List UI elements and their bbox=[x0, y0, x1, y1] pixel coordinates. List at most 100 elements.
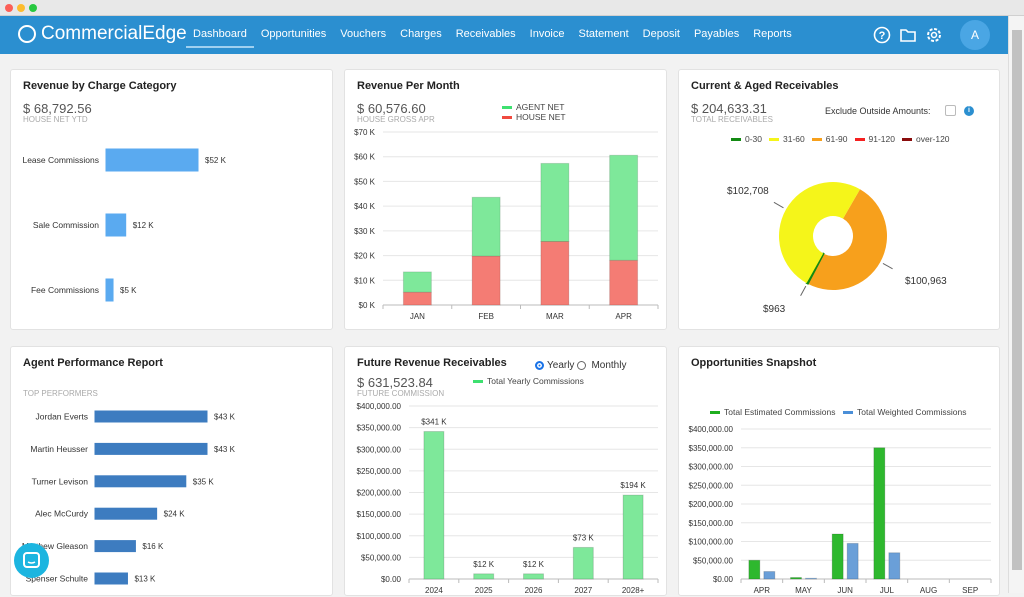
y-tick-label: $50,000.00 bbox=[361, 553, 402, 562]
bar bbox=[93, 474, 188, 489]
data-label: $73 K bbox=[573, 533, 595, 542]
browser-chrome bbox=[0, 0, 1024, 16]
page-scrollbar[interactable] bbox=[1008, 16, 1024, 593]
data-label: $16 K bbox=[142, 542, 164, 551]
bar-total-yearly-commissions bbox=[473, 573, 495, 580]
nav-reports[interactable]: Reports bbox=[746, 28, 799, 48]
bar bbox=[93, 409, 209, 424]
data-label: $52 K bbox=[205, 156, 227, 165]
data-label: $13 K bbox=[134, 575, 156, 584]
x-tick-label: APR bbox=[615, 312, 632, 321]
chat-launcher-button[interactable] bbox=[14, 543, 49, 578]
y-tick-label: $250,000.00 bbox=[357, 467, 402, 476]
nav-payables[interactable]: Payables bbox=[687, 28, 746, 48]
data-label: $12 K bbox=[473, 560, 495, 569]
gear-icon[interactable] bbox=[925, 26, 943, 44]
future-revenue-panel: Future Revenue Receivables $ 631,523.84 … bbox=[344, 346, 667, 596]
y-tick-label: $250,000.00 bbox=[689, 481, 734, 490]
nav-dashboard[interactable]: Dashboard bbox=[186, 28, 254, 48]
category-label: Alec McCurdy bbox=[35, 509, 89, 519]
x-tick-label: 2024 bbox=[425, 586, 443, 595]
bar-house-net bbox=[402, 291, 432, 306]
slice-label: $102,708 bbox=[727, 186, 769, 197]
nav-vouchers[interactable]: Vouchers bbox=[333, 28, 393, 48]
bar-total-weighted-commissions bbox=[846, 542, 859, 580]
nav-statement[interactable]: Statement bbox=[572, 28, 636, 48]
y-tick-label: $0.00 bbox=[381, 575, 402, 584]
aged-donut-chart: $100,963 $963 $102,708 bbox=[727, 182, 947, 315]
y-tick-label: $100,000.00 bbox=[357, 532, 402, 541]
scrollbar-thumb[interactable] bbox=[1012, 30, 1022, 570]
bar-total-yearly-commissions bbox=[523, 573, 544, 580]
data-label: $24 K bbox=[164, 510, 186, 519]
y-tick-label: $60 K bbox=[354, 153, 376, 162]
data-label: $12 K bbox=[523, 560, 545, 569]
minimize-window-icon[interactable] bbox=[17, 4, 25, 12]
data-label: $43 K bbox=[214, 445, 236, 454]
bar-house-net bbox=[540, 240, 570, 306]
bar bbox=[104, 147, 200, 173]
bar-agent-net bbox=[471, 196, 501, 257]
data-label: $12 K bbox=[133, 221, 155, 230]
y-tick-label: $200,000.00 bbox=[357, 489, 402, 498]
x-tick-label: APR bbox=[754, 586, 771, 595]
agent-performance-panel: Agent Performance Report TOP PERFORMERS … bbox=[10, 346, 333, 596]
y-tick-label: $300,000.00 bbox=[357, 445, 402, 454]
user-avatar[interactable]: A bbox=[960, 20, 990, 50]
category-label: Fee Commissions bbox=[31, 285, 99, 295]
category-label: Turner Levison bbox=[32, 476, 89, 486]
y-tick-label: $40 K bbox=[354, 202, 376, 211]
bar bbox=[93, 539, 137, 554]
y-tick-label: $50,000.00 bbox=[693, 556, 734, 565]
nav-opportunities[interactable]: Opportunities bbox=[254, 28, 333, 48]
bar-total-weighted-commissions bbox=[805, 577, 817, 580]
main-nav: Dashboard Opportunities Vouchers Charges Rec… bbox=[186, 28, 799, 48]
category-label: Sale Commission bbox=[33, 220, 99, 230]
nav-invoice[interactable]: Invoice bbox=[523, 28, 572, 48]
y-tick-label: $400,000.00 bbox=[689, 425, 734, 434]
x-tick-label: MAR bbox=[546, 312, 564, 321]
x-tick-label: JUN bbox=[837, 586, 853, 595]
nav-charges[interactable]: Charges bbox=[393, 28, 449, 48]
y-tick-label: $200,000.00 bbox=[689, 500, 734, 509]
brand-name: CommercialEdge bbox=[41, 23, 187, 44]
x-tick-label: 2025 bbox=[475, 586, 493, 595]
y-tick-label: $20 K bbox=[354, 252, 376, 261]
bar-total-estimated-commissions bbox=[873, 447, 886, 580]
label-connector bbox=[800, 285, 807, 297]
bar-total-yearly-commissions bbox=[423, 431, 445, 580]
category-label: Jordan Everts bbox=[36, 412, 88, 422]
label-connector bbox=[882, 263, 893, 270]
bar-total-weighted-commissions bbox=[763, 571, 776, 580]
nav-receivables[interactable]: Receivables bbox=[449, 28, 523, 48]
y-tick-label: $30 K bbox=[354, 227, 376, 236]
bar-total-yearly-commissions bbox=[622, 494, 644, 580]
x-tick-label: 2027 bbox=[574, 586, 592, 595]
revenue-per-month-panel: Revenue Per Month $ 60,576.60 HOUSE GROS… bbox=[344, 69, 667, 330]
revenue-by-category-panel: Revenue by Charge Category $ 68,792.56 H… bbox=[10, 69, 333, 330]
bar bbox=[93, 571, 129, 586]
bar-house-net bbox=[609, 259, 639, 306]
close-window-icon[interactable] bbox=[5, 4, 13, 12]
bar-total-weighted-commissions bbox=[888, 552, 901, 580]
y-tick-label: $10 K bbox=[354, 276, 376, 285]
y-tick-label: $400,000.00 bbox=[357, 402, 402, 411]
brand-logo[interactable]: CommercialEdge bbox=[18, 23, 187, 45]
slice-label: $100,963 bbox=[905, 276, 947, 287]
bar-agent-net bbox=[609, 154, 639, 261]
maximize-window-icon[interactable] bbox=[29, 4, 37, 12]
data-label: $5 K bbox=[120, 286, 137, 295]
x-tick-label: 2028+ bbox=[622, 586, 645, 595]
data-label: $35 K bbox=[193, 477, 215, 486]
data-label: $341 K bbox=[421, 418, 447, 427]
data-label: $194 K bbox=[620, 481, 646, 490]
help-icon[interactable]: ? bbox=[873, 26, 891, 44]
nav-deposit[interactable]: Deposit bbox=[636, 28, 687, 48]
y-tick-label: $300,000.00 bbox=[689, 463, 734, 472]
y-tick-label: $50 K bbox=[354, 177, 376, 186]
revenue-category-chart: Lease Commissions $52 K Sale Commission $12… bbox=[22, 147, 227, 303]
svg-text:?: ? bbox=[879, 30, 886, 42]
x-tick-label: MAY bbox=[795, 586, 812, 595]
x-tick-label: JAN bbox=[410, 312, 425, 321]
folder-icon[interactable] bbox=[899, 26, 917, 44]
